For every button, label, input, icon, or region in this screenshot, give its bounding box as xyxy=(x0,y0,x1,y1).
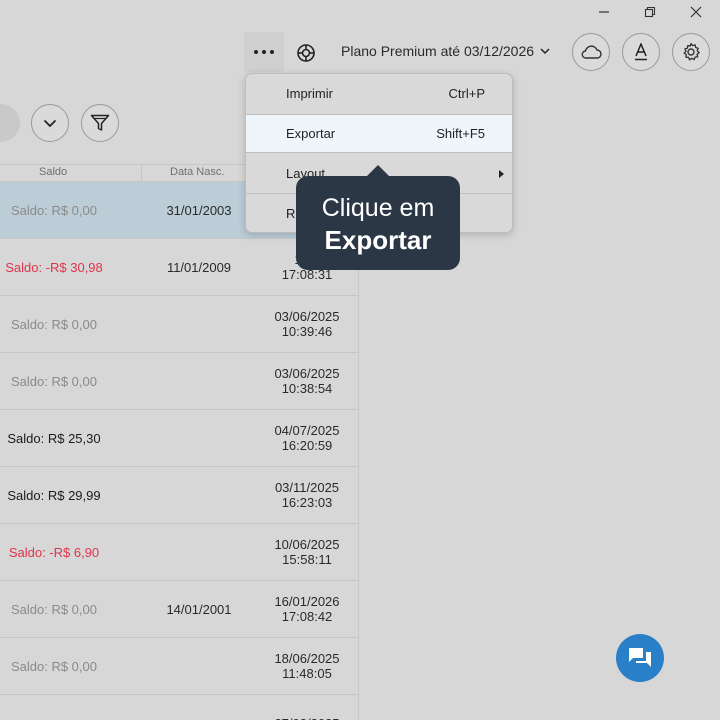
time-text: 15:58:11 xyxy=(282,552,332,567)
menu-item-shortcut: Ctrl+P xyxy=(448,86,485,101)
tooltip-line2: Exportar xyxy=(324,225,432,255)
menu-item-label: Imprimir xyxy=(286,86,333,101)
datetime-cell: 03/06/2025 10:38:54 xyxy=(258,353,356,409)
more-horizontal-icon xyxy=(254,50,274,54)
close-window-button[interactable] xyxy=(673,0,719,24)
settings-button[interactable] xyxy=(672,33,710,71)
tooltip-arrow xyxy=(366,165,390,177)
data-nasc-cell xyxy=(152,638,246,694)
table-row[interactable]: Saldo: R$ 0,00 18/06/2025 11:48:05 xyxy=(0,638,358,695)
data-nasc-cell xyxy=(152,296,246,352)
cloud-sync-button[interactable] xyxy=(572,33,610,71)
filter-button[interactable] xyxy=(81,104,119,142)
lifebuoy-icon xyxy=(297,44,315,62)
data-nasc-cell xyxy=(152,410,246,466)
date-text: 04/07/2025 xyxy=(274,423,340,438)
minimize-icon xyxy=(599,11,609,13)
restore-button[interactable] xyxy=(627,0,673,24)
data-nasc-cell xyxy=(152,353,246,409)
datetime-cell: 03/06/2025 10:39:46 xyxy=(258,296,356,352)
data-nasc-cell: 11/01/2009 xyxy=(166,259,232,275)
chevron-down-icon xyxy=(540,47,550,54)
time-text: 11:48:05 xyxy=(282,666,332,681)
menu-item-exportar[interactable]: Exportar Shift+F5 xyxy=(246,114,512,153)
saldo-cell: Saldo: R$ 0,00 xyxy=(10,202,97,218)
table-row[interactable]: 27/03/2025 xyxy=(0,695,358,720)
saldo-cell xyxy=(0,695,108,720)
text-format-icon xyxy=(635,43,647,61)
table-row[interactable]: Saldo: R$ 0,00 14/01/2001 16/01/2026 17:08:… xyxy=(0,581,358,638)
saldo-cell: Saldo: -R$ 30,98 xyxy=(5,259,103,275)
saldo-cell: Saldo: R$ 0,00 xyxy=(10,601,97,617)
date-text: 03/06/2025 xyxy=(274,366,340,381)
time-text: 10:39:46 xyxy=(281,324,333,339)
date-text: 16/01/2026 xyxy=(274,594,340,609)
data-nasc-cell: 31/01/2003 xyxy=(166,202,232,218)
time-text: 10:38:54 xyxy=(281,381,333,396)
table-row[interactable]: Saldo: R$ 0,00 03/06/2025 10:39:46 xyxy=(0,296,358,353)
table-row[interactable]: Saldo: R$ 0,00 03/06/2025 10:38:54 xyxy=(0,353,358,410)
datetime-cell: 16/01/2026 17:08:42 xyxy=(258,581,356,637)
close-icon xyxy=(690,6,702,18)
column-header-saldo[interactable]: Saldo xyxy=(39,166,67,178)
support-button[interactable] xyxy=(292,39,320,67)
saldo-cell: Saldo: R$ 25,30 xyxy=(7,430,101,446)
time-text: 17:08:42 xyxy=(281,609,333,624)
gear-icon xyxy=(683,42,700,61)
column-header-data-nasc[interactable]: Data Nasc. xyxy=(170,166,224,178)
saldo-cell: Saldo: R$ 0,00 xyxy=(10,658,97,674)
plan-label: Plano Premium até 03/12/2026 xyxy=(341,43,535,59)
date-text: 10/06/2025 xyxy=(274,537,340,552)
saldo-cell: Saldo: R$ 0,00 xyxy=(10,316,97,332)
date-text: 27/03/2025 xyxy=(274,716,339,720)
date-text: 03/06/2025 xyxy=(274,309,340,324)
datetime-cell: 18/06/2025 11:48:05 xyxy=(258,638,356,694)
saldo-cell: Saldo: R$ 29,99 xyxy=(7,487,101,503)
menu-item-imprimir[interactable]: Imprimir Ctrl+P xyxy=(246,74,512,113)
time-text: 16:20:59 xyxy=(281,438,333,453)
menu-item-label: Exportar xyxy=(286,126,336,141)
data-nasc-cell xyxy=(152,467,246,523)
plan-dropdown[interactable]: Plano Premium até 03/12/2026 xyxy=(341,43,550,59)
data-nasc-cell: 14/01/2001 xyxy=(166,601,232,617)
cloud-icon xyxy=(581,45,602,59)
tutorial-tooltip: Clique em Exportar xyxy=(296,165,460,270)
chat-support-button[interactable] xyxy=(616,634,664,682)
saldo-cell: Saldo: R$ 0,00 xyxy=(10,373,97,389)
restore-icon xyxy=(644,6,656,18)
table-row[interactable]: Saldo: R$ 29,99 03/11/2025 16:23:03 xyxy=(0,467,358,524)
chevron-down-icon xyxy=(43,119,57,127)
more-options-button[interactable] xyxy=(244,32,284,72)
table-row[interactable]: Saldo: -R$ 6,90 10/06/2025 15:58:11 xyxy=(0,524,358,581)
datetime-cell: 03/11/2025 16:23:03 xyxy=(258,467,356,523)
filter-icon xyxy=(90,114,110,131)
datetime-cell: 04/07/2025 16:20:59 xyxy=(258,410,356,466)
table-row[interactable]: Saldo: R$ 25,30 04/07/2025 16:20:59 xyxy=(0,410,358,467)
chat-icon xyxy=(629,648,651,667)
font-settings-button[interactable] xyxy=(622,33,660,71)
data-nasc-cell xyxy=(152,524,246,580)
expand-button[interactable] xyxy=(31,104,69,142)
data-nasc-cell xyxy=(152,695,246,720)
datetime-cell: 10/06/2025 15:58:11 xyxy=(258,524,356,580)
menu-item-shortcut: Shift+F5 xyxy=(436,126,485,141)
date-text: 03/11/2025 xyxy=(274,480,340,495)
saldo-cell: Saldo: -R$ 6,90 xyxy=(8,544,100,560)
datetime-cell: 27/03/2025 xyxy=(258,695,356,720)
date-text: 18/06/2025 xyxy=(274,651,340,666)
search-field-edge[interactable] xyxy=(0,104,20,142)
submenu-arrow-icon xyxy=(499,170,504,178)
time-text: 16:23:03 xyxy=(281,495,333,510)
minimize-button[interactable] xyxy=(581,0,627,24)
tooltip-line1: Clique em xyxy=(321,194,435,222)
